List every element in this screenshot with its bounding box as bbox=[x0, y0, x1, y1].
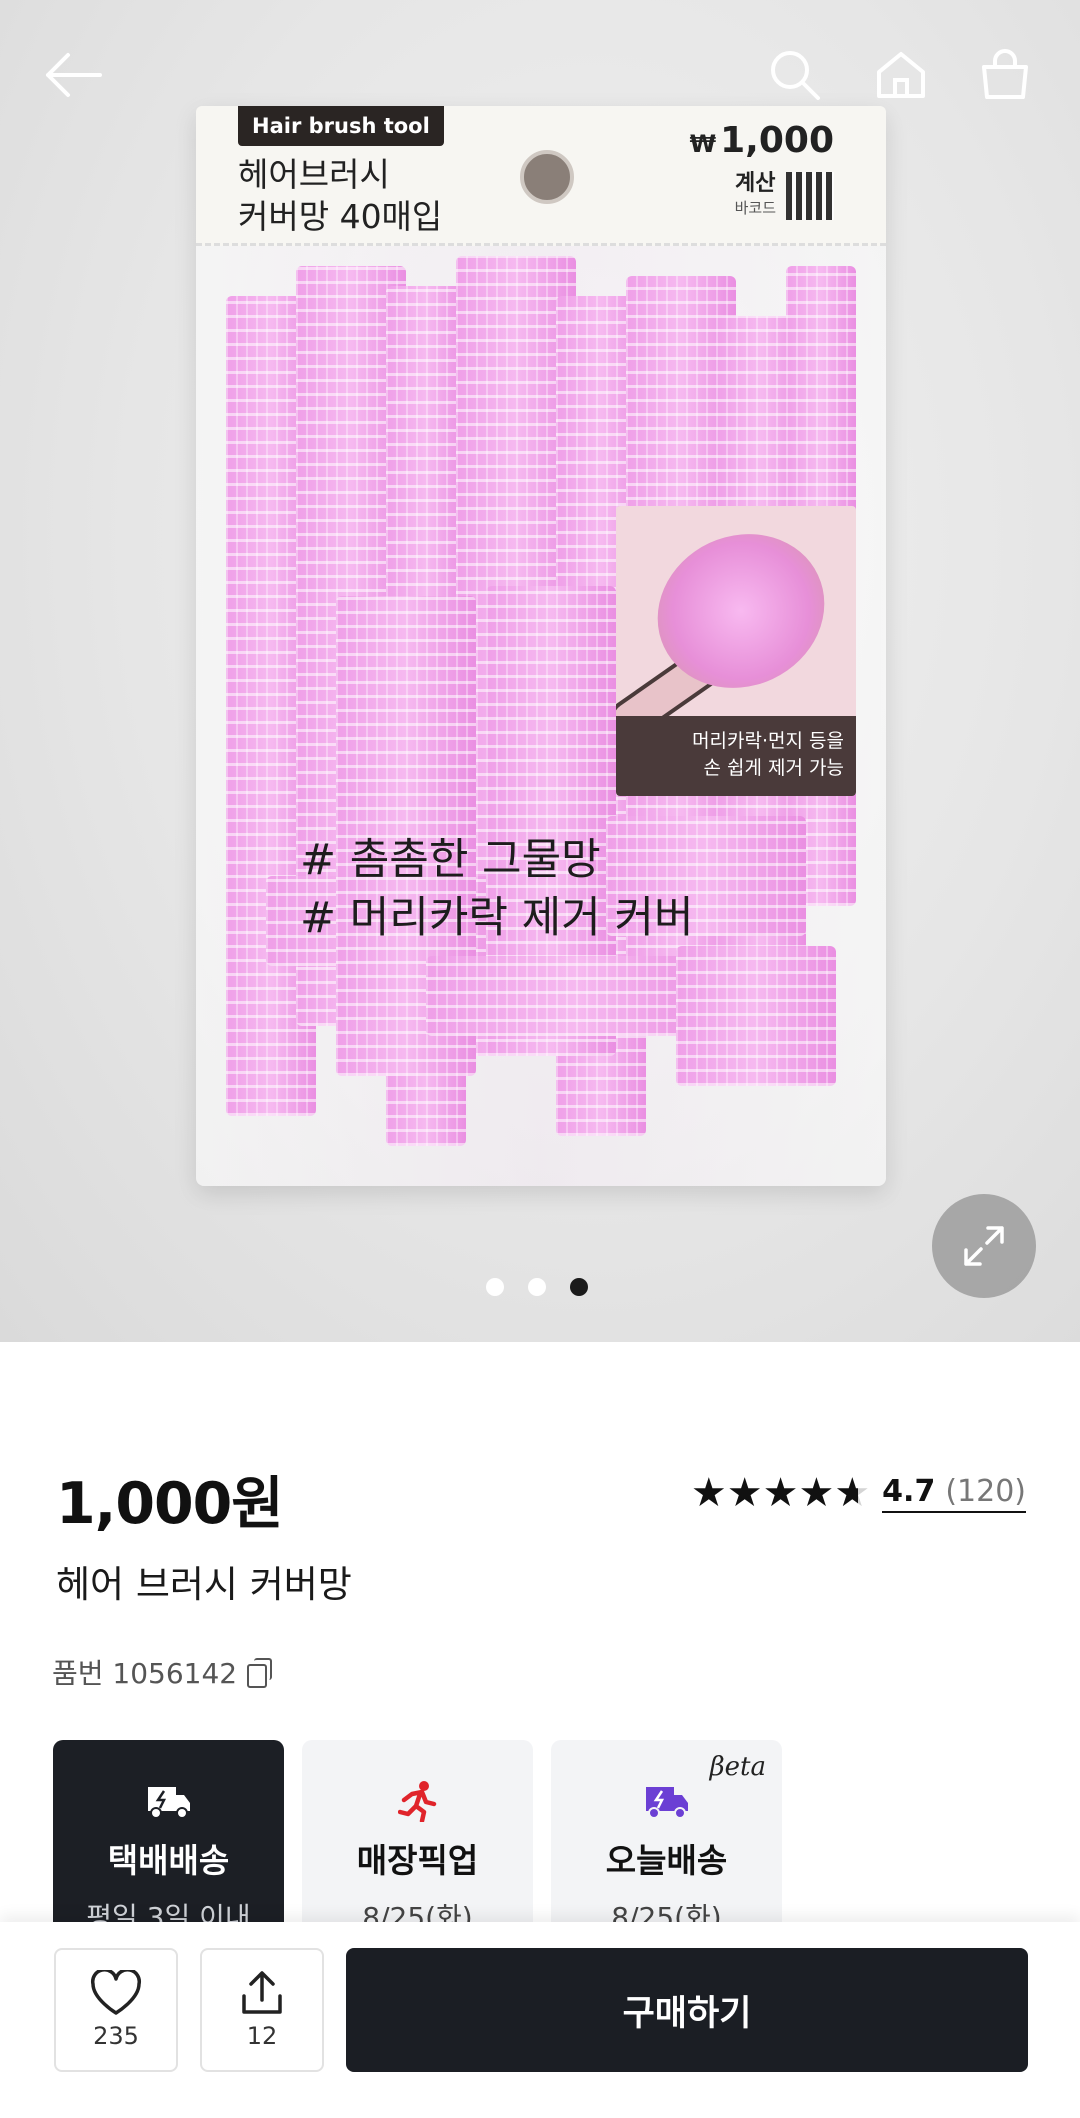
carousel-dot[interactable] bbox=[570, 1278, 588, 1296]
carousel-dot[interactable] bbox=[486, 1278, 504, 1296]
like-count: 235 bbox=[93, 2022, 139, 2050]
top-navigation-bar bbox=[0, 0, 1080, 150]
fullscreen-button[interactable] bbox=[932, 1194, 1036, 1298]
buy-button[interactable]: 구매하기 bbox=[346, 1948, 1028, 2072]
back-arrow-icon bbox=[46, 53, 102, 97]
search-button[interactable] bbox=[760, 40, 830, 110]
star-icon: ★ bbox=[762, 1470, 799, 1516]
star-icon: ★ bbox=[690, 1470, 727, 1516]
expand-icon bbox=[964, 1226, 1004, 1266]
product-sku: 품번 1056142 bbox=[52, 1652, 273, 1692]
search-icon bbox=[771, 51, 820, 100]
product-image-carousel[interactable]: Hair brush tool 헤어브러시 커버망 40매입 ₩1,000 계산… bbox=[0, 0, 1080, 1342]
delivery-options: 택배배송 평일 3일 이내 매장픽업 8/25(화) βeta 오늘배송 8/2… bbox=[53, 1740, 782, 1940]
copy-icon[interactable] bbox=[247, 1658, 273, 1688]
product-price: 1,000원 bbox=[56, 1471, 284, 1537]
carousel-dot[interactable] bbox=[528, 1278, 546, 1296]
star-icon: ★ bbox=[798, 1470, 834, 1516]
delivery-option-parcel[interactable]: 택배배송 평일 3일 이내 bbox=[53, 1740, 284, 1940]
bottom-action-bar: 235 12 구매하기 bbox=[0, 1922, 1080, 2118]
rating-value: 4.7 bbox=[882, 1473, 936, 1509]
carousel-indicator bbox=[486, 1278, 588, 1296]
review-link[interactable]: 4.7 (120) bbox=[882, 1474, 1026, 1513]
share-icon bbox=[242, 1971, 282, 2014]
package-hang-hole bbox=[520, 150, 574, 204]
back-button[interactable] bbox=[38, 40, 108, 110]
product-title: 헤어 브러시 커버망 bbox=[56, 1563, 352, 1606]
package-hashtags: # 촘촘한 그물망 # 머리카락 제거 커버 bbox=[300, 835, 694, 943]
running-person-icon bbox=[397, 1781, 436, 1822]
review-count: (120) bbox=[945, 1473, 1026, 1509]
package-name: 헤어브러시 커버망 40매입 bbox=[238, 155, 443, 236]
share-count: 12 bbox=[246, 2022, 278, 2050]
share-button[interactable]: 12 bbox=[200, 1948, 324, 2072]
heart-icon bbox=[90, 1970, 142, 2015]
beta-badge: βeta bbox=[709, 1752, 766, 1782]
delivery-option-store-pickup[interactable]: 매장픽업 8/25(화) bbox=[302, 1740, 533, 1940]
product-rating: ★★★★★ 4.7 (120) bbox=[691, 1470, 1026, 1516]
delivery-truck-icon bbox=[147, 1787, 190, 1819]
rating-stars: ★ ★ ★ ★ ★ bbox=[690, 1470, 870, 1516]
cart-button[interactable] bbox=[970, 40, 1040, 110]
product-photo: Hair brush tool 헤어브러시 커버망 40매입 ₩1,000 계산… bbox=[196, 106, 886, 1186]
home-icon bbox=[877, 52, 925, 98]
star-icon: ★ bbox=[834, 1470, 870, 1516]
fast-delivery-icon bbox=[645, 1787, 688, 1819]
net-strip bbox=[676, 946, 836, 1086]
package-sticker: 머리카락·먼지 등을 손 쉽게 제거 가능 bbox=[616, 506, 856, 796]
delivery-option-same-day[interactable]: βeta 오늘배송 8/25(화) bbox=[551, 1740, 782, 1940]
shopping-bag-icon bbox=[982, 49, 1028, 99]
star-icon: ★ bbox=[726, 1470, 763, 1516]
package-barcode: 계산 바코드 bbox=[735, 172, 834, 220]
home-button[interactable] bbox=[866, 40, 936, 110]
like-button[interactable]: 235 bbox=[54, 1948, 178, 2072]
barcode-icon bbox=[786, 172, 834, 220]
